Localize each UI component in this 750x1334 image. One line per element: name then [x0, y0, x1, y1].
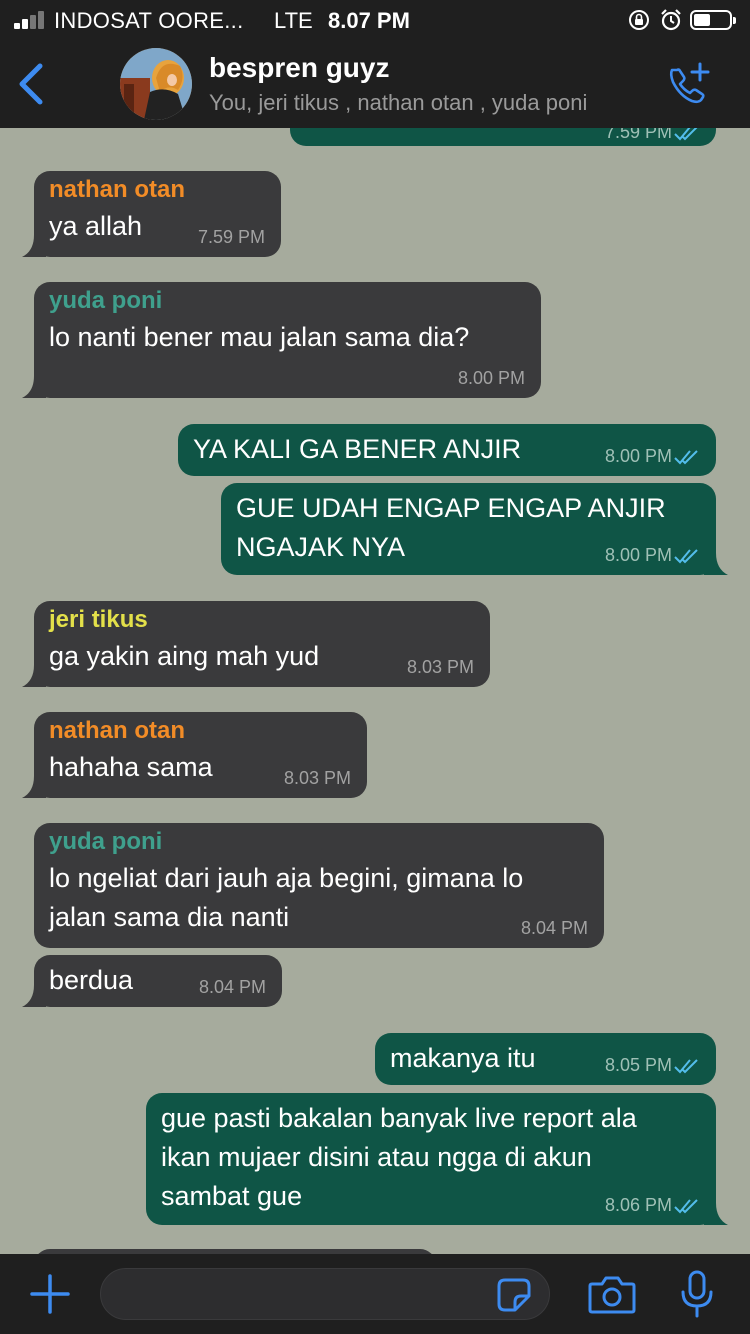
bubble-tail	[22, 985, 46, 1007]
chat-members[interactable]: You, jeri tikus , nathan otan , yuda pon…	[209, 90, 587, 116]
microphone-icon[interactable]	[680, 1270, 714, 1318]
message-time: 8.04 PM	[520, 918, 588, 938]
double-check-icon	[674, 128, 698, 141]
message-bubble-outgoing[interactable]: gue pasti bakalan banyak live report ala…	[146, 1093, 728, 1225]
avatar-image	[120, 48, 192, 120]
message-text: lo ngeliat dari jauh aja begini, gimana …	[49, 863, 524, 932]
message-bubble-incoming[interactable]: jeri tikus ga yakin aing mah yud 8.03 PM	[22, 601, 490, 687]
bubble-tail	[22, 776, 46, 798]
message-time: 7.59 PM	[197, 227, 265, 247]
message-bubble-incoming[interactable]: yuda poni lo nanti bener mau jalan sama …	[22, 282, 541, 398]
carrier-name: INDOSAT OORE...	[54, 8, 244, 33]
message-input[interactable]	[100, 1268, 550, 1320]
sender-name: jeri tikus	[49, 606, 148, 633]
message-bubble-outgoing[interactable]: GUE UDAH ENGAP ENGAP ANJIR NGAJAK NYA 8.…	[221, 483, 728, 575]
message-time: 8.03 PM	[283, 768, 351, 788]
status-bar: INDOSAT OORE... LTE 8.07 PM	[0, 0, 750, 40]
message-time: 8.00 PM	[604, 545, 672, 565]
battery-icon	[690, 10, 736, 30]
alarm-icon	[661, 9, 681, 31]
double-check-icon	[674, 450, 698, 465]
sticker-icon[interactable]	[497, 1278, 531, 1312]
message-list[interactable]: 7.59 PM nathan otan ya allah 7.59 PM yud…	[0, 128, 750, 1254]
double-check-icon	[674, 1059, 698, 1074]
camera-icon[interactable]	[588, 1274, 636, 1314]
message-time: 8.00 PM	[457, 368, 525, 388]
message-time: 8.03 PM	[406, 657, 474, 677]
chat-title[interactable]: bespren guyz	[209, 52, 389, 84]
message-bubble-outgoing[interactable]: 7.59 PM	[290, 128, 716, 146]
message-time: 8.06 PM	[604, 1195, 672, 1215]
chat-header: bespren guyz You, jeri tikus , nathan ot…	[0, 40, 750, 128]
message-bubble-incoming[interactable]: nathan otan hahaha sama 8.03 PM	[22, 712, 367, 798]
message-bubble-outgoing[interactable]: makanya itu 8.05 PM	[375, 1033, 716, 1085]
message-time: 8.05 PM	[604, 1055, 672, 1075]
message-bubble-incoming[interactable]: berdua 8.04 PM	[22, 955, 282, 1007]
sender-name: yuda poni	[49, 828, 163, 855]
plus-icon[interactable]	[30, 1274, 70, 1314]
double-check-icon	[674, 1199, 698, 1214]
message-time: 8.00 PM	[604, 446, 672, 466]
message-time: 7.59 PM	[604, 128, 672, 142]
group-avatar[interactable]	[120, 48, 192, 120]
sender-name: yuda poni	[49, 287, 163, 314]
sender-name: nathan otan	[49, 176, 185, 203]
message-bubble-outgoing[interactable]: YA KALI GA BENER ANJIR 8.00 PM	[178, 424, 716, 476]
back-chevron-icon[interactable]	[14, 60, 48, 108]
message-text: lo nanti bener mau jalan sama dia?	[49, 322, 470, 352]
message-bubble-incoming[interactable]: yuda poni lo ngeliat dari jauh aja begin…	[34, 823, 604, 948]
double-check-icon	[674, 549, 698, 564]
bubble-tail	[704, 1203, 728, 1225]
message-time: 8.04 PM	[198, 977, 266, 997]
phone-plus-icon[interactable]	[664, 60, 712, 108]
bubble-tail	[704, 553, 728, 575]
bubble-tail	[22, 235, 46, 257]
composer-bar	[0, 1254, 750, 1334]
network-type: LTE	[274, 8, 313, 33]
orientation-lock-icon	[629, 10, 649, 30]
bubble-tail	[22, 665, 46, 687]
bubble-tail	[22, 376, 46, 398]
sender-name: nathan otan	[49, 717, 185, 744]
status-time: 8.07 PM	[328, 8, 410, 33]
signal-strength-icon	[14, 11, 50, 29]
message-bubble-incoming[interactable]: nathan otan ya allah 7.59 PM	[22, 171, 281, 257]
